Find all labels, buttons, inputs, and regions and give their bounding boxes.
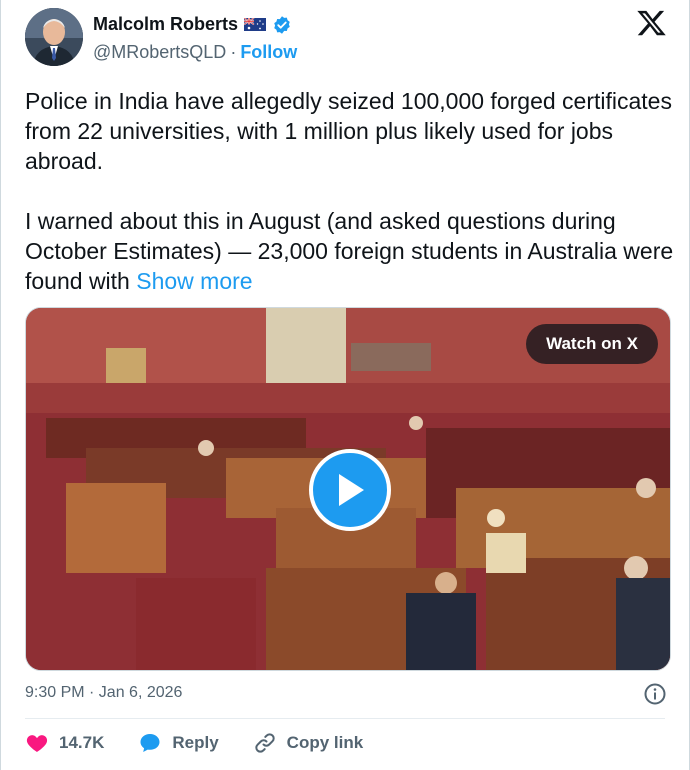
reply-label: Reply <box>172 733 219 752</box>
watch-on-x-button[interactable]: Watch on X <box>526 324 658 364</box>
like-count: 14.7K <box>59 733 105 752</box>
tweet-card: Malcolm Roberts @MRobertsQLD · Follow Po… <box>0 0 690 770</box>
avatar[interactable] <box>25 8 83 66</box>
reply-button[interactable]: Reply <box>138 731 219 755</box>
video-player[interactable]: Watch on X <box>25 307 671 671</box>
link-icon <box>255 733 275 753</box>
heart-icon <box>26 735 48 752</box>
copy-link-button[interactable]: Copy link <box>253 731 364 755</box>
australian-flag-icon <box>244 18 267 31</box>
tweet-timestamp[interactable]: 9:30 PM · Jan 6, 2026 <box>25 684 182 702</box>
play-button[interactable] <box>309 449 391 531</box>
action-bar: 14.7K Reply Copy link <box>25 731 397 755</box>
reply-bubble-icon <box>140 734 160 752</box>
author-name-row: Malcolm Roberts <box>93 14 292 35</box>
like-button[interactable]: 14.7K <box>25 731 104 755</box>
author-handle-row: @MRobertsQLD · Follow <box>93 42 297 63</box>
author-handle[interactable]: @MRobertsQLD <box>93 42 226 63</box>
divider <box>25 718 665 719</box>
play-icon <box>339 474 364 506</box>
avatar-image <box>25 8 83 66</box>
copy-link-label: Copy link <box>286 733 364 752</box>
follow-button[interactable]: Follow <box>240 42 297 63</box>
info-icon[interactable] <box>643 682 667 706</box>
verified-badge-icon[interactable] <box>272 15 292 35</box>
handle-separator: · <box>230 42 237 62</box>
tweet-text: Police in India have allegedly seized 10… <box>25 86 675 296</box>
tweet-body: Police in India have allegedly seized 10… <box>25 88 674 294</box>
show-more-link[interactable]: Show more <box>136 268 252 294</box>
x-logo-icon[interactable] <box>637 8 667 38</box>
author-name[interactable]: Malcolm Roberts <box>93 14 238 35</box>
